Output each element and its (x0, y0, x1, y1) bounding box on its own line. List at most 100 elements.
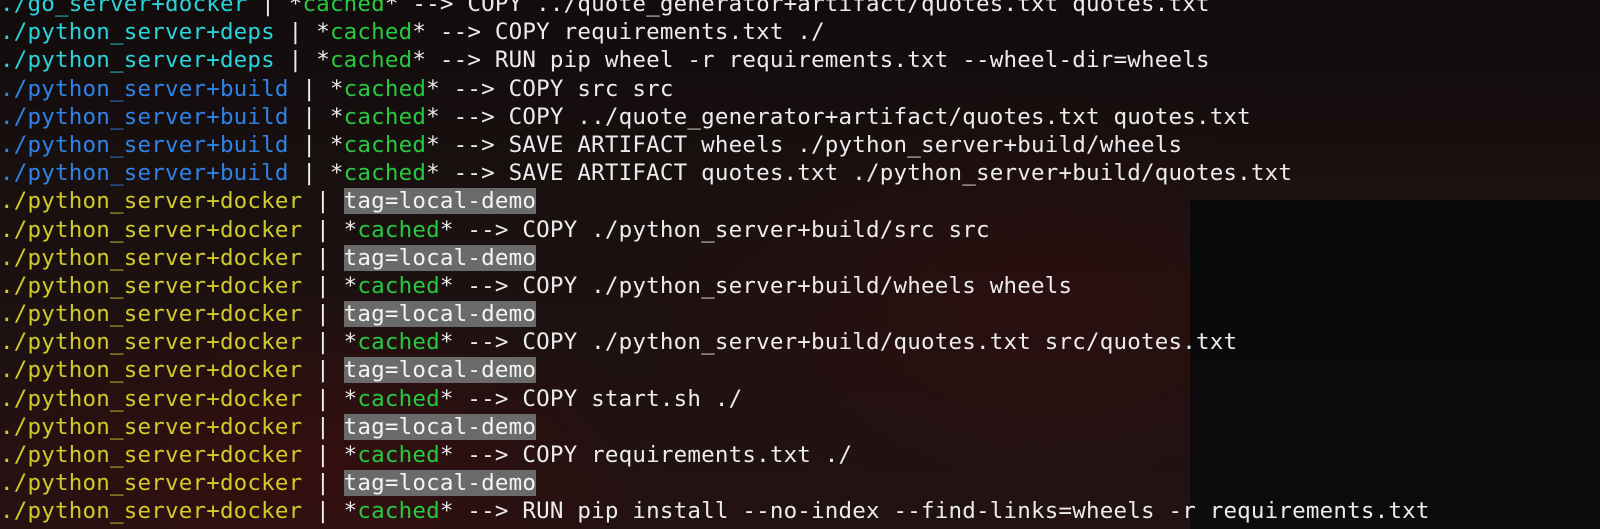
target-name: ./python_server+docker (0, 188, 303, 215)
separator: | (288, 103, 330, 130)
cached-label: cached (357, 498, 440, 525)
command-text: --> COPY ./python_server+build/quotes.tx… (453, 329, 1238, 356)
terminal-line: ./python_server+build | *cached* --> COP… (0, 75, 1600, 103)
cached-star-open: * (316, 47, 330, 74)
target-name: ./python_server+docker (0, 442, 303, 468)
terminal-line: ./python_server+build | *cached* --> COP… (0, 103, 1600, 131)
cached-star-close: * (426, 131, 440, 158)
cached-label: cached (357, 385, 440, 412)
separator: | (274, 47, 317, 74)
terminal-line: ./python_server+docker | tag=local-demo (0, 356, 1600, 384)
terminal-line: ./python_server+build | *cached* --> SAV… (0, 131, 1600, 159)
cached-star-close: * (426, 160, 440, 187)
cached-star-open: * (343, 385, 358, 412)
separator: | (288, 160, 330, 187)
terminal-line: ./python_server+docker | *cached* --> CO… (0, 441, 1600, 469)
target-name: ./python_server+docker (0, 301, 303, 328)
terminal-line: ./python_server+docker | tag=local-demo (0, 300, 1600, 328)
command-text: --> COPY requirements.txt ./ (453, 442, 853, 468)
separator: | (302, 216, 344, 243)
tag-label: tag=local-demo (343, 413, 537, 440)
terminal-line: ./python_server+docker | *cached* --> CO… (0, 216, 1600, 244)
target-name: ./python_server+build (0, 131, 289, 158)
terminal-line: ./python_server+build | *cached* --> SAV… (0, 159, 1600, 187)
separator: | (288, 75, 330, 102)
cached-star-open: * (329, 160, 344, 187)
command-text: --> COPY requirements.txt ./ (426, 19, 825, 46)
separator: | (302, 329, 344, 356)
target-name: ./python_server+build (0, 75, 289, 102)
cached-label: cached (343, 160, 427, 187)
cached-star-open: * (343, 216, 358, 243)
target-name: ./python_server+docker (0, 216, 303, 243)
separator: | (302, 188, 344, 215)
cached-star-open: * (288, 0, 303, 17)
target-name: ./python_server+docker (0, 470, 303, 497)
separator: | (247, 0, 289, 17)
cached-star-close: * (439, 385, 454, 412)
cached-star-close: * (439, 272, 454, 299)
terminal-line: ./python_server+deps | *cached* --> COPY… (0, 18, 1600, 46)
terminal-output[interactable]: ./go_server+docker | *cached* --> COPY .… (0, 0, 1600, 529)
target-name: ./python_server+docker (0, 272, 303, 299)
separator: | (302, 357, 344, 384)
cached-star-close: * (439, 216, 454, 243)
cached-star-close: * (439, 329, 454, 356)
command-text: --> COPY ../quote_generator+artifact/quo… (439, 103, 1251, 130)
separator: | (302, 272, 344, 299)
cached-star-open: * (329, 131, 344, 158)
cached-star-open: * (343, 329, 358, 356)
cached-star-open: * (343, 272, 358, 299)
cached-star-open: * (343, 442, 358, 468)
cached-star-close: * (426, 103, 440, 130)
target-name: ./python_server+build (0, 160, 289, 187)
separator: | (288, 131, 330, 158)
command-text: --> COPY start.sh ./ (453, 385, 743, 412)
command-text: --> SAVE ARTIFACT quotes.txt ./python_se… (439, 160, 1293, 187)
tag-label: tag=local-demo (343, 188, 537, 215)
terminal-line: ./python_server+docker | *cached* --> CO… (0, 385, 1600, 413)
target-name: ./python_server+docker (0, 385, 303, 412)
terminal-line: ./python_server+docker | tag=local-demo (0, 187, 1600, 215)
target-name: ./python_server+docker (0, 244, 303, 271)
terminal-line: ./python_server+docker | *cached* --> CO… (0, 272, 1600, 300)
tag-label: tag=local-demo (343, 301, 537, 328)
command-text: --> SAVE ARTIFACT wheels ./python_server… (439, 131, 1183, 158)
target-name: ./python_server+docker (0, 413, 303, 440)
cached-star-open: * (343, 498, 358, 525)
separator: | (302, 442, 344, 468)
target-name: ./python_server+deps (0, 47, 275, 74)
cached-star-close: * (384, 0, 399, 17)
cached-star-close: * (439, 498, 454, 525)
command-text: --> COPY ./python_server+build/wheels wh… (453, 272, 1073, 299)
cached-star-close: * (439, 442, 454, 468)
separator: | (302, 498, 344, 525)
cached-label: cached (357, 442, 440, 468)
terminal-window[interactable]: ./go_server+docker | *cached* --> COPY .… (0, 0, 1600, 529)
separator: | (274, 19, 317, 46)
cached-star-open: * (329, 103, 344, 130)
terminal-line: ./go_server+docker | *cached* --> COPY +… (0, 526, 1600, 529)
target-name: ./go_server+docker (0, 0, 248, 17)
command-text: --> RUN pip install --no-index --find-li… (453, 498, 1430, 525)
cached-star-close: * (412, 47, 427, 74)
target-name: ./python_server+deps (0, 19, 275, 46)
target-name: ./python_server+docker (0, 357, 303, 384)
cached-label: cached (357, 216, 440, 243)
command-text: --> COPY ./python_server+build/src src (453, 216, 990, 243)
terminal-line: ./python_server+docker | tag=local-demo (0, 413, 1600, 441)
command-text: --> COPY ../quote_generator+artifact/quo… (398, 0, 1210, 17)
cached-label: cached (329, 47, 413, 74)
cached-star-open: * (329, 75, 344, 102)
cached-star-open: * (316, 19, 330, 46)
separator: | (302, 244, 344, 271)
terminal-line: ./python_server+docker | *cached* --> RU… (0, 497, 1600, 525)
terminal-line: ./python_server+docker | *cached* --> CO… (0, 328, 1600, 356)
cached-label: cached (329, 19, 413, 46)
cached-label: cached (357, 329, 440, 356)
terminal-line: ./python_server+docker | tag=local-demo (0, 469, 1600, 497)
target-name: ./python_server+docker (0, 498, 303, 525)
command-text: --> COPY src src (439, 75, 674, 102)
separator: | (302, 470, 344, 497)
terminal-line: ./go_server+docker | *cached* --> COPY .… (0, 0, 1600, 18)
